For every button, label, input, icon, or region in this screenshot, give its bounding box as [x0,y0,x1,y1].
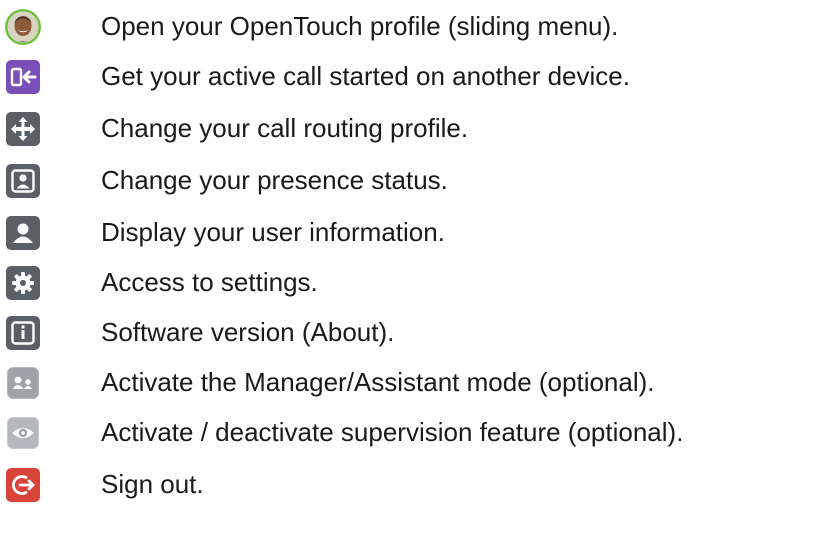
legend-label: Display your user information. [101,217,445,247]
legend-row-profile: Open your OpenTouch profile (sliding men… [0,2,817,52]
device-transfer-icon[interactable] [4,58,42,96]
profile-avatar-icon[interactable] [4,8,42,46]
presence-status-icon[interactable] [4,162,42,200]
eye-icon[interactable] [4,414,42,452]
legend-label: Sign out. [101,469,204,499]
sign-out-icon[interactable] [4,466,42,504]
legend-label: Get your active call started on another … [101,61,630,91]
legend-label: Access to settings. [101,267,318,297]
gear-icon[interactable] [4,264,42,302]
legend-label: Activate / deactivate supervision featur… [101,417,684,447]
legend-row-presence: Change your presence status. [0,156,817,206]
manager-assistant-icon[interactable] [4,364,42,402]
legend-row-user-info: Display your user information. [0,208,817,258]
legend-row-device-transfer: Get your active call started on another … [0,52,817,102]
legend-label: Software version (About). [101,317,395,347]
legend-label: Change your presence status. [101,165,448,195]
legend-label: Open your OpenTouch profile (sliding men… [101,11,619,41]
legend-label: Activate the Manager/Assistant mode (opt… [101,367,655,397]
call-routing-icon[interactable] [4,110,42,148]
legend-row-call-routing: Change your call routing profile. [0,104,817,154]
user-info-icon[interactable] [4,214,42,252]
legend-row-manager-assistant: Activate the Manager/Assistant mode (opt… [0,358,817,408]
icon-legend: Open your OpenTouch profile (sliding men… [0,0,817,538]
legend-row-supervision: Activate / deactivate supervision featur… [0,408,817,458]
legend-row-sign-out: Sign out. [0,460,817,510]
legend-row-about: Software version (About). [0,308,817,358]
info-icon[interactable] [4,314,42,352]
legend-row-settings: Access to settings. [0,258,817,308]
legend-label: Change your call routing profile. [101,113,469,143]
